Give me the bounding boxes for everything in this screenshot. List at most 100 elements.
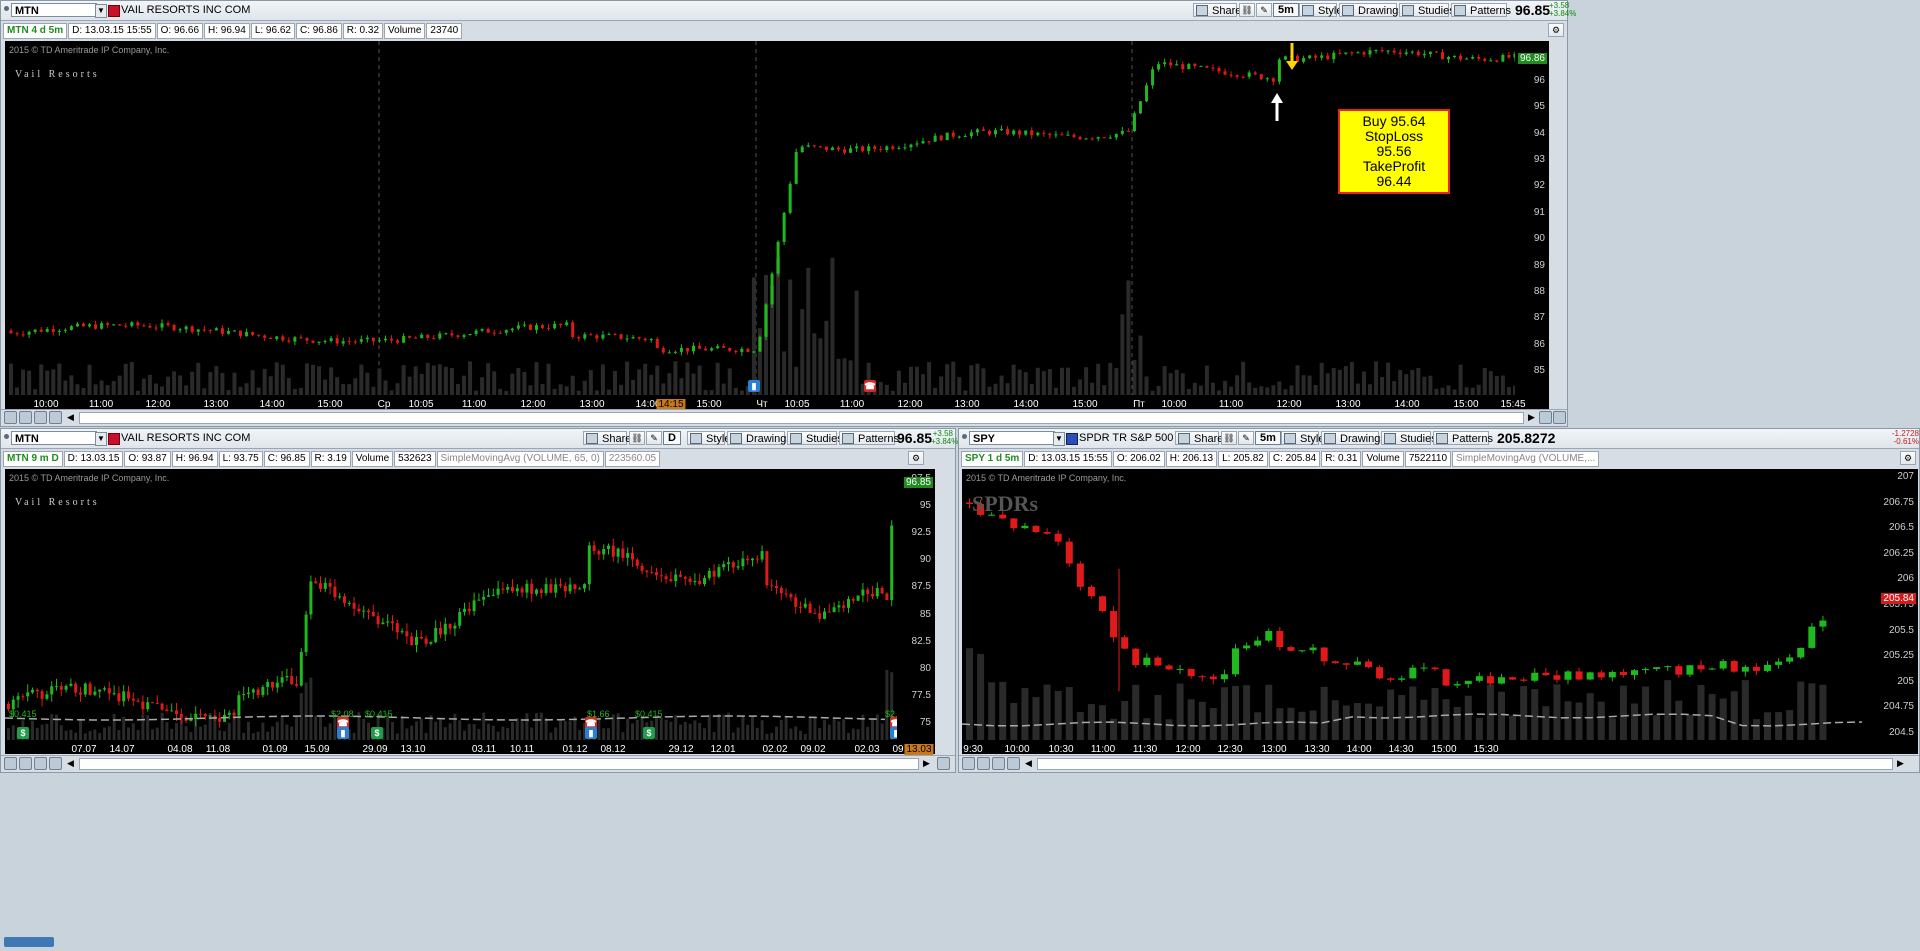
chart-settings-button[interactable]: ⚙ bbox=[1548, 23, 1564, 37]
price-axis-top[interactable]: 96 95 94 93 92 91 90 89 88 87 86 85 96.86 bbox=[1515, 41, 1549, 395]
share-button[interactable]: Share bbox=[1193, 3, 1241, 17]
volume-bar bbox=[1126, 280, 1131, 395]
tool-button[interactable]: ✎ bbox=[1238, 431, 1254, 445]
scroll-left-icon[interactable]: ◀ bbox=[67, 758, 74, 769]
comment-icon[interactable] bbox=[34, 411, 47, 424]
hand-icon[interactable] bbox=[49, 411, 62, 424]
share-button[interactable]: Share bbox=[1175, 431, 1223, 445]
call-event-icon[interactable]: ☎ bbox=[864, 380, 876, 392]
price-chart-br[interactable]: 2015 © TD Ameritrade IP Company, Inc. SP… bbox=[962, 469, 1876, 740]
symbol-color-icon[interactable] bbox=[108, 433, 120, 445]
drawings-button[interactable]: Drawings bbox=[727, 431, 792, 445]
link-button[interactable]: ⛓ bbox=[1221, 431, 1237, 445]
volume-bar bbox=[775, 726, 778, 740]
status-tab[interactable] bbox=[4, 937, 54, 947]
dividend-event-icon[interactable]: $ bbox=[371, 727, 383, 739]
time-axis-top[interactable]: 10:00 11:00 12:00 13:00 14:00 15:00 Ср 10:05 11:… bbox=[5, 395, 1549, 410]
chart-settings-button[interactable]: ⚙ bbox=[908, 451, 924, 465]
symbol-color-icon[interactable] bbox=[1066, 433, 1078, 445]
symbol-color-icon[interactable] bbox=[108, 5, 120, 17]
symbol-dropdown-icon[interactable]: ▼ bbox=[1053, 432, 1065, 446]
zoom-in-icon[interactable] bbox=[19, 757, 32, 770]
candle-body bbox=[688, 578, 692, 582]
patterns-button[interactable]: Patterns bbox=[1433, 431, 1493, 445]
period-selector[interactable]: 5m bbox=[1255, 431, 1281, 445]
price-chart-top[interactable]: 2015 © TD Ameritrade IP Company, Inc. Va… bbox=[5, 41, 1549, 395]
tool-button[interactable]: ✎ bbox=[646, 431, 662, 445]
scroll-right-icon[interactable]: ▶ bbox=[1897, 758, 1904, 769]
studies-button[interactable]: Studies bbox=[1381, 431, 1437, 445]
period-selector[interactable]: D bbox=[663, 431, 681, 445]
drawings-button[interactable]: Drawings bbox=[1321, 431, 1386, 445]
symbol-input[interactable]: MTN bbox=[11, 3, 97, 17]
studies-button[interactable]: Studies bbox=[1399, 3, 1455, 17]
scroll-right-icon[interactable]: ▶ bbox=[1528, 412, 1535, 423]
link-button[interactable]: ⛓ bbox=[629, 431, 645, 445]
period-selector[interactable]: 5m bbox=[1273, 3, 1299, 17]
pan-icon[interactable] bbox=[4, 757, 17, 770]
volume-bar bbox=[136, 729, 140, 740]
style-button[interactable]: Style bbox=[1299, 3, 1342, 17]
style-button[interactable]: Style bbox=[687, 431, 730, 445]
dividend-event-icon[interactable]: $ bbox=[643, 727, 655, 739]
comment-icon[interactable] bbox=[34, 757, 47, 770]
dividend-event-icon[interactable]: $ bbox=[17, 727, 29, 739]
share-button[interactable]: Share bbox=[583, 431, 631, 445]
drawings-button[interactable]: Drawings bbox=[1339, 3, 1404, 17]
pan-icon[interactable] bbox=[4, 411, 17, 424]
price-axis-bl[interactable]: 97.59592.59087.58582.58077.575 96.85 bbox=[897, 469, 935, 740]
panel-menu-icon[interactable] bbox=[962, 434, 967, 439]
horizontal-scrollbar[interactable] bbox=[79, 758, 919, 770]
chart-settings-button[interactable]: ⚙ bbox=[1900, 451, 1916, 465]
time-axis-bl[interactable]: 07.07 14.07 04.08 11.08 01.09 15.09 29.09 13.10… bbox=[5, 740, 935, 755]
volume-bar bbox=[208, 713, 212, 740]
hand-icon[interactable] bbox=[1007, 757, 1020, 770]
symbol-dropdown-icon[interactable]: ▼ bbox=[95, 4, 107, 18]
chart-title[interactable]: MTN 4 d 5m bbox=[3, 23, 68, 39]
zoom-out-icon[interactable] bbox=[937, 757, 950, 770]
volume-bar bbox=[247, 721, 250, 740]
pan-icon[interactable] bbox=[962, 757, 975, 770]
symbol-input[interactable]: SPY bbox=[969, 431, 1055, 445]
chart-title[interactable]: SPY 1 d 5m bbox=[961, 451, 1024, 467]
volume-bar bbox=[122, 716, 126, 740]
candle-body bbox=[1241, 76, 1245, 78]
symbol-input[interactable]: MTN bbox=[11, 431, 97, 445]
time-axis-br[interactable]: 9:30 10:00 10:30 11:00 11:30 12:00 12:30 13:00 1… bbox=[962, 740, 1918, 755]
zoom-in-icon[interactable] bbox=[977, 757, 990, 770]
split-event-icon[interactable]: ▮ bbox=[337, 727, 349, 739]
candle-body bbox=[93, 691, 97, 695]
scroll-left-icon[interactable]: ◀ bbox=[1025, 758, 1032, 769]
studies-button[interactable]: Studies bbox=[787, 431, 843, 445]
candle-body bbox=[1060, 134, 1064, 136]
patterns-button[interactable]: Patterns bbox=[839, 431, 899, 445]
expand-icon[interactable] bbox=[1553, 411, 1566, 424]
trade-note[interactable]: Buy 95.64 StopLoss 95.56 TakeProfit 96.4… bbox=[1338, 109, 1450, 194]
patterns-button[interactable]: Patterns bbox=[1451, 3, 1511, 17]
panel-menu-icon[interactable] bbox=[4, 6, 9, 11]
last-price-tag: 205.84 bbox=[1881, 593, 1916, 604]
zoom-in-icon[interactable] bbox=[19, 411, 32, 424]
hand-icon[interactable] bbox=[49, 757, 62, 770]
tool-button[interactable]: ✎ bbox=[1256, 3, 1272, 17]
candle-body bbox=[885, 593, 889, 600]
scroll-right-icon[interactable]: ▶ bbox=[923, 758, 930, 769]
split-event-icon[interactable]: ▮ bbox=[890, 727, 897, 739]
comment-icon[interactable] bbox=[992, 757, 1005, 770]
panel-menu-icon[interactable] bbox=[4, 434, 9, 439]
candle-body bbox=[27, 331, 31, 335]
candle-body bbox=[674, 574, 678, 582]
candle-body bbox=[1447, 57, 1451, 60]
horizontal-scrollbar[interactable] bbox=[79, 412, 1524, 424]
price-axis-br[interactable]: 207 206.75 206.5 206.25 206 205.75 205.5 205.25… bbox=[1876, 469, 1918, 740]
chart-title[interactable]: MTN 9 m D bbox=[3, 451, 63, 467]
symbol-dropdown-icon[interactable]: ▼ bbox=[95, 432, 107, 446]
link-button[interactable]: ⛓ bbox=[1239, 3, 1255, 17]
split-event-icon[interactable]: ▮ bbox=[748, 380, 760, 392]
style-button[interactable]: Style bbox=[1281, 431, 1324, 445]
scroll-left-icon[interactable]: ◀ bbox=[67, 412, 74, 423]
horizontal-scrollbar[interactable] bbox=[1037, 758, 1893, 770]
zoom-out-icon[interactable] bbox=[1539, 411, 1552, 424]
price-chart-bl[interactable]: 2015 © TD Ameritrade IP Company, Inc. Va… bbox=[5, 469, 897, 740]
split-event-icon[interactable]: ▮ bbox=[585, 727, 597, 739]
